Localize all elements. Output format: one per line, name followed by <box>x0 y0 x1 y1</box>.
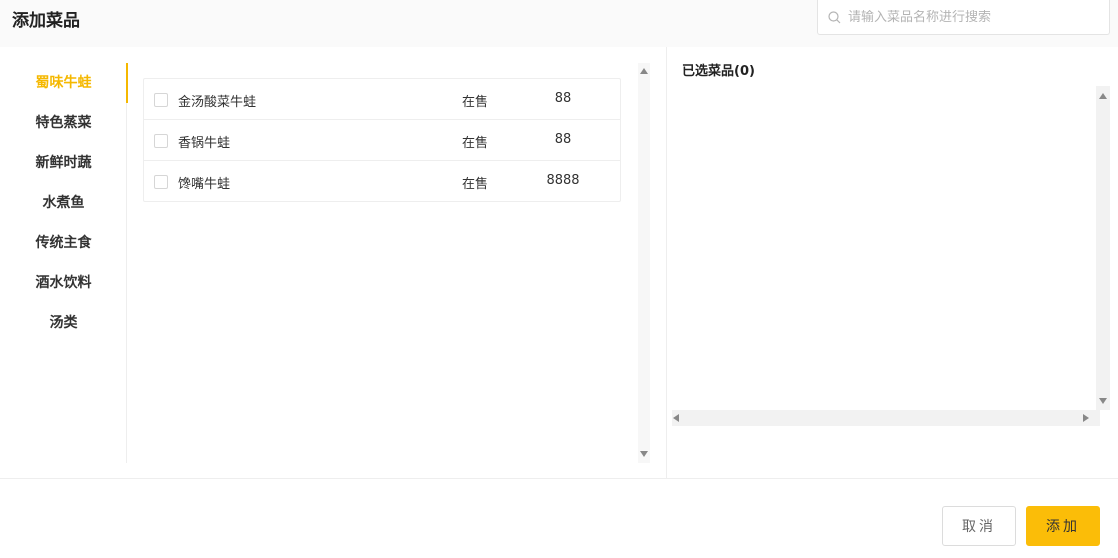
dish-list: 金汤酸菜牛蛙 在售 88 香锅牛蛙 在售 88 馋嘴牛蛙 在售 8888 <box>143 78 621 202</box>
selected-list <box>672 86 1110 426</box>
category-item[interactable]: 蜀味牛蛙 <box>0 63 128 103</box>
page-title: 添加菜品 <box>12 11 80 31</box>
add-button[interactable]: 添加 <box>1026 506 1100 546</box>
dish-name: 金汤酸菜牛蛙 <box>178 95 257 110</box>
footer-divider <box>0 478 1118 479</box>
dish-name: 香锅牛蛙 <box>178 136 231 151</box>
scroll-up-arrow-icon[interactable] <box>1099 93 1107 99</box>
dialog-header: 添加菜品 <box>0 0 1118 47</box>
category-item[interactable]: 特色蒸菜 <box>0 103 127 143</box>
dish-checkbox[interactable] <box>154 134 168 148</box>
search-icon <box>828 10 841 23</box>
dish-price: 88 <box>554 132 572 147</box>
panel-divider <box>666 47 667 478</box>
dish-checkbox[interactable] <box>154 93 168 107</box>
category-sidebar: 蜀味牛蛙 特色蒸菜 新鲜时蔬 水煮鱼 传统主食 酒水饮料 汤类 <box>0 63 128 463</box>
dish-status: 在售 <box>462 95 489 110</box>
dish-list-scrollbar[interactable] <box>638 63 650 463</box>
dish-name: 馋嘴牛蛙 <box>178 177 231 192</box>
dish-status: 在售 <box>462 177 489 192</box>
search-input[interactable] <box>848 9 1088 25</box>
dish-checkbox[interactable] <box>154 175 168 189</box>
dish-price: 88 <box>554 91 572 106</box>
dish-status: 在售 <box>462 136 489 151</box>
scroll-right-arrow-icon[interactable] <box>1083 414 1089 422</box>
cancel-button[interactable]: 取消 <box>942 506 1016 546</box>
category-item[interactable]: 传统主食 <box>0 223 127 263</box>
list-item[interactable]: 金汤酸菜牛蛙 在售 88 <box>144 79 620 120</box>
category-item[interactable]: 汤类 <box>0 303 127 343</box>
category-item[interactable]: 水煮鱼 <box>0 183 127 223</box>
category-item[interactable]: 酒水饮料 <box>0 263 127 303</box>
scroll-down-arrow-icon[interactable] <box>640 451 648 457</box>
dish-price: 8888 <box>546 173 580 188</box>
scroll-up-arrow-icon[interactable] <box>640 68 648 74</box>
selected-vertical-scrollbar[interactable] <box>1096 86 1110 410</box>
selected-horizontal-scrollbar[interactable] <box>672 410 1100 426</box>
category-item[interactable]: 新鲜时蔬 <box>0 143 127 183</box>
selected-title: 已选菜品(0) <box>682 64 755 79</box>
scroll-down-arrow-icon[interactable] <box>1099 398 1107 404</box>
list-item[interactable]: 馋嘴牛蛙 在售 8888 <box>144 161 620 202</box>
list-item[interactable]: 香锅牛蛙 在售 88 <box>144 120 620 161</box>
search-box[interactable] <box>817 0 1110 35</box>
scroll-left-arrow-icon[interactable] <box>673 414 679 422</box>
